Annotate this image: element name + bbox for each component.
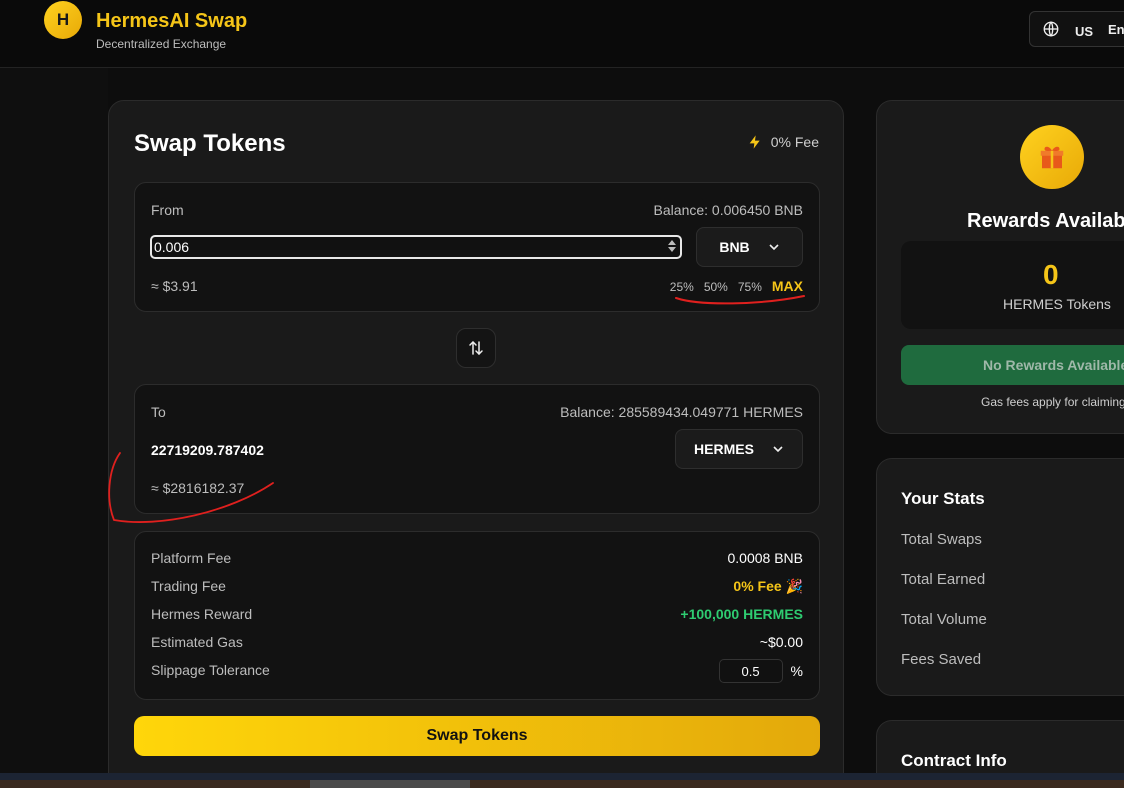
estimated-gas-row: Estimated Gas ~$0.00	[151, 634, 803, 650]
platform-fee-row: Platform Fee 0.0008 BNB	[151, 550, 803, 566]
rewards-card: Rewards Available 0 HERMES Tokens No Rew…	[876, 100, 1124, 434]
spinner-up-icon[interactable]	[668, 240, 676, 245]
from-balance: Balance: 0.006450 BNB	[653, 202, 803, 218]
app-subtitle: Decentralized Exchange	[96, 37, 227, 51]
taskbar-segment	[310, 780, 470, 788]
slippage-input[interactable]	[718, 659, 783, 683]
gift-icon	[1040, 146, 1064, 169]
swap-direction-button[interactable]	[456, 328, 496, 368]
trading-fee-value: 0% Fee 🎉	[733, 578, 803, 594]
to-token-select[interactable]: HERMES	[675, 429, 803, 469]
stat-total-earned: Total Earned	[901, 571, 986, 588]
chevron-down-icon	[773, 446, 783, 453]
to-token-label: HERMES	[694, 441, 754, 457]
rewards-balance-box: 0 HERMES Tokens	[901, 241, 1124, 329]
hermes-reward-label: Hermes Reward	[151, 606, 253, 622]
stat-fees-saved: Fees Saved	[901, 651, 982, 668]
to-usd-estimate: ≈ $2816182.37	[151, 480, 245, 496]
swap-arrows-icon	[469, 341, 483, 355]
pct-50-button[interactable]: 50%	[704, 280, 728, 294]
fee-tag-label: 0% Fee	[770, 134, 819, 150]
stats-title: Your Stats	[901, 489, 985, 508]
hermes-reward-row: Hermes Reward +100,000 HERMES	[151, 606, 803, 622]
left-gutter	[0, 68, 108, 780]
lightning-icon	[749, 135, 760, 149]
spinner-down-icon[interactable]	[668, 247, 676, 252]
taskbar-segment	[470, 780, 1124, 788]
to-label: To	[151, 404, 166, 420]
rewards-title: Rewards Available	[967, 210, 1124, 232]
estimated-gas-value: ~$0.00	[759, 634, 803, 650]
stat-total-volume: Total Volume	[901, 611, 987, 628]
chevron-down-icon	[769, 244, 779, 251]
to-panel: To Balance: 285589434.049771 HERMES 2271…	[134, 384, 820, 514]
language-selector[interactable]: US Eng	[1029, 11, 1124, 47]
from-token-label: BNB	[719, 239, 750, 255]
estimated-gas-label: Estimated Gas	[151, 634, 243, 650]
taskbar-segment	[0, 780, 310, 788]
from-label: From	[151, 202, 184, 218]
fee-details-panel: Platform Fee 0.0008 BNB Trading Fee 0% F…	[134, 531, 820, 700]
from-token-select[interactable]: BNB	[696, 227, 803, 267]
contract-title: Contract Info	[901, 751, 1007, 770]
amount-spinner[interactable]	[665, 238, 679, 258]
logo-icon: H	[44, 1, 82, 39]
claim-rewards-button[interactable]: No Rewards Available	[901, 345, 1124, 385]
to-amount: 22719209.787402	[151, 442, 264, 458]
language-label: Eng	[1108, 22, 1124, 37]
stat-total-swaps: Total Swaps	[901, 531, 982, 548]
swap-title: Swap Tokens	[134, 130, 286, 157]
swap-card: Swap Tokens 0% Fee From Balance: 0.00645…	[108, 100, 844, 788]
gift-badge	[1020, 125, 1084, 189]
region-code: US	[1075, 24, 1094, 39]
percent-buttons: 25% 50% 75% MAX	[670, 278, 803, 294]
slippage-label: Slippage Tolerance	[151, 662, 270, 678]
from-amount-input[interactable]	[150, 235, 682, 259]
trading-fee-label: Trading Fee	[151, 578, 226, 594]
fee-tag: 0% Fee	[747, 134, 819, 150]
platform-fee-label: Platform Fee	[151, 550, 232, 566]
globe-icon	[1043, 21, 1059, 37]
pct-25-button[interactable]: 25%	[670, 280, 694, 294]
slippage-control: %	[718, 659, 803, 683]
to-balance: Balance: 285589434.049771 HERMES	[560, 404, 803, 420]
rewards-unit: HERMES Tokens	[1003, 296, 1111, 312]
gas-note: Gas fees apply for claiming	[981, 395, 1124, 409]
max-button[interactable]: MAX	[772, 278, 803, 294]
from-usd-estimate: ≈ $3.91	[151, 278, 198, 294]
from-panel: From Balance: 0.006450 BNB BNB ≈ $3.91 2…	[134, 182, 820, 312]
slippage-row: Slippage Tolerance %	[151, 659, 803, 683]
trading-fee-row: Trading Fee 0% Fee 🎉	[151, 578, 803, 595]
rewards-amount: 0	[1043, 259, 1059, 290]
swap-tokens-button[interactable]: Swap Tokens	[134, 716, 820, 756]
stats-card: Your Stats Total Swaps Total Earned Tota…	[876, 458, 1124, 696]
hermes-reward-value: +100,000 HERMES	[680, 606, 803, 622]
pct-75-button[interactable]: 75%	[738, 280, 762, 294]
app-header: H HermesAI Swap Decentralized Exchange U…	[0, 0, 1124, 68]
platform-fee-value: 0.0008 BNB	[727, 550, 804, 566]
slippage-unit: %	[790, 663, 803, 679]
os-taskbar	[0, 773, 1124, 788]
app-title: HermesAI Swap	[96, 10, 248, 32]
